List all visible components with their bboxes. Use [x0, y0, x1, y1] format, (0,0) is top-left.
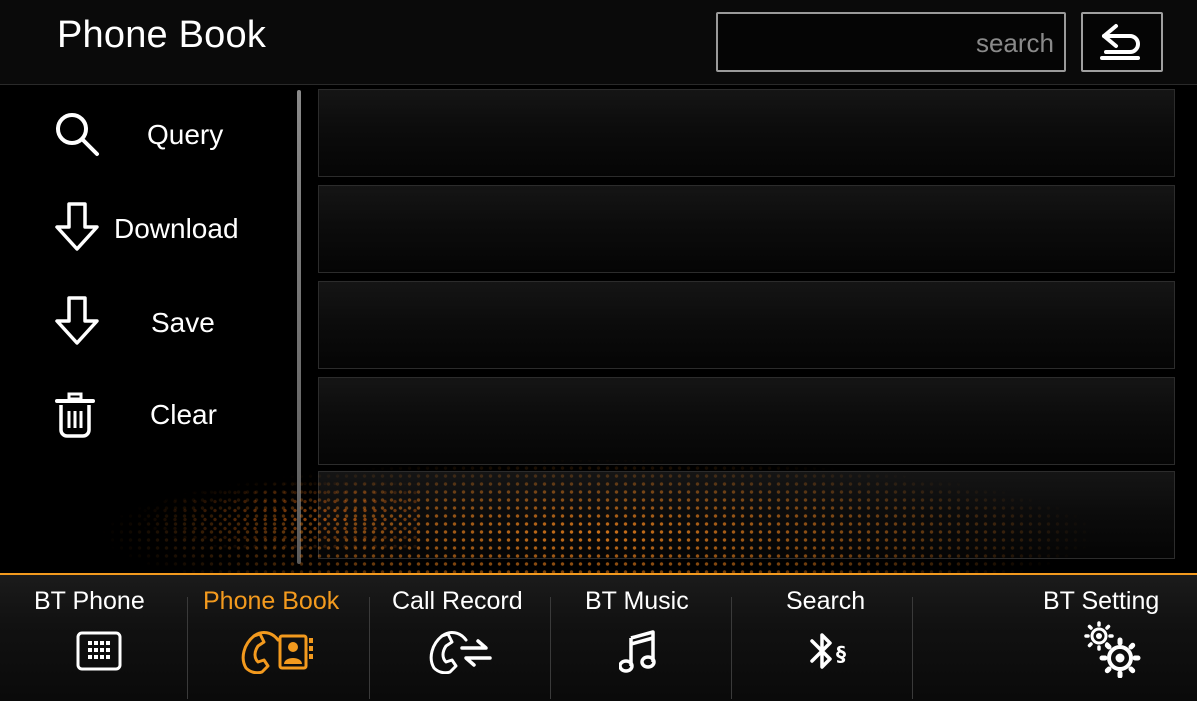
tab-call-record[interactable]: Call Record [370, 575, 550, 701]
tab-search[interactable]: Search § [732, 575, 912, 701]
list-item[interactable] [318, 471, 1175, 559]
page-title: Phone Book [57, 14, 267, 56]
sidebar-scrollbar[interactable] [297, 90, 301, 564]
sidebar-item-clear[interactable]: Clear [0, 376, 296, 456]
sidebar-item-label: Clear [150, 399, 217, 430]
sidebar-item-label: Query [147, 119, 224, 150]
list-item[interactable] [318, 281, 1175, 369]
gears-icon [1083, 619, 1141, 679]
tab-bt-phone[interactable]: BT Phone [0, 575, 186, 701]
call-record-icon [424, 625, 498, 677]
sidebar: Query Download Save Clear [0, 86, 296, 572]
sidebar-item-download[interactable]: Download [0, 190, 296, 270]
dialpad-icon [74, 625, 124, 677]
svg-text:§: § [836, 642, 846, 666]
tab-bt-music[interactable]: BT Music [551, 575, 731, 701]
tab-label: Phone Book [203, 587, 340, 615]
back-button[interactable] [1081, 12, 1163, 72]
music-note-icon [617, 625, 661, 677]
download-arrow-icon [52, 202, 102, 252]
list-item[interactable] [318, 89, 1175, 177]
sidebar-item-query[interactable]: Query [0, 96, 296, 176]
header-bar: Phone Book [0, 0, 1197, 85]
tab-label: BT Music [585, 587, 689, 615]
magnifier-icon [52, 109, 102, 159]
bluetooth-search-icon: § [808, 625, 854, 677]
tab-phone-book[interactable]: Phone Book [188, 575, 369, 701]
tab-label: Search [786, 587, 866, 615]
bottom-nav: BT Phone Phone Book Call Record BT Music… [0, 573, 1197, 701]
tab-label: BT Phone [34, 587, 145, 615]
sidebar-item-label: Save [151, 307, 215, 338]
search-input[interactable] [726, 22, 1056, 64]
tab-label: Call Record [392, 587, 523, 615]
search-box[interactable] [716, 12, 1066, 72]
list-item[interactable] [318, 185, 1175, 273]
tab-label: BT Setting [1043, 587, 1160, 615]
phonebook-icon [238, 625, 318, 677]
tab-bt-setting[interactable]: BT Setting [913, 575, 1197, 701]
trash-icon [50, 390, 100, 440]
list-item[interactable] [318, 377, 1175, 465]
sidebar-item-save[interactable]: Save [0, 284, 296, 364]
save-arrow-icon [52, 296, 102, 346]
back-arrow-icon [1100, 24, 1140, 60]
sidebar-item-label: Download [114, 213, 239, 244]
